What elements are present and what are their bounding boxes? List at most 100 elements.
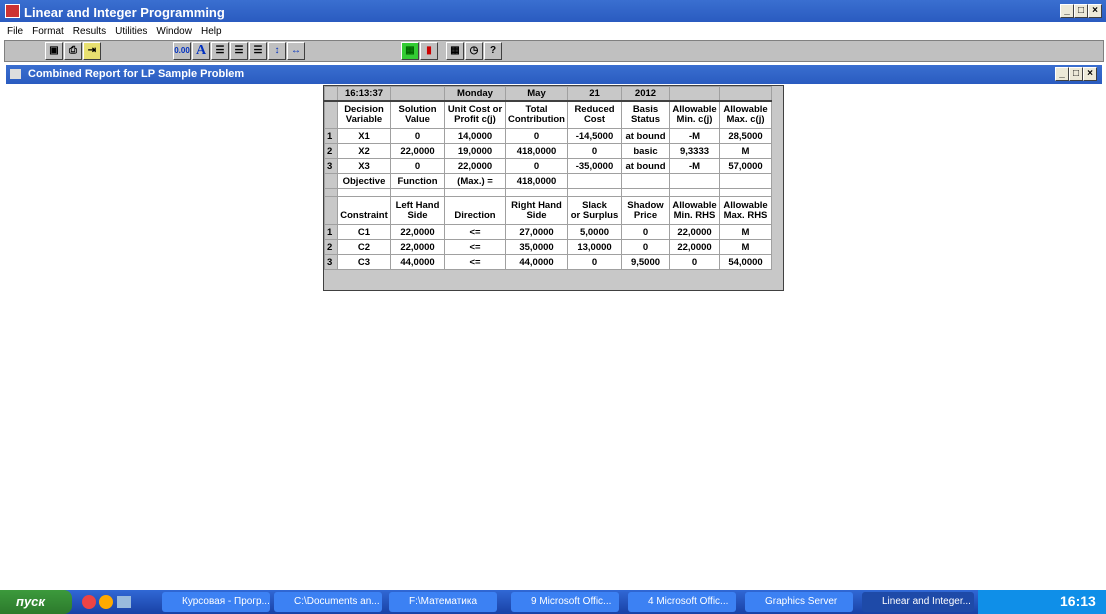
cell[interactable]: [567, 188, 622, 197]
cell[interactable]: 418,0000: [505, 143, 568, 159]
cell[interactable]: 0: [567, 143, 622, 159]
cell[interactable]: Direction: [444, 196, 506, 225]
cell[interactable]: [621, 173, 670, 189]
menu-help[interactable]: Help: [201, 26, 222, 37]
cell[interactable]: [669, 86, 720, 102]
exit-icon[interactable]: ⇥: [83, 42, 101, 60]
taskbar-button[interactable]: 4 Microsoft Offic...: [628, 592, 736, 612]
cell[interactable]: -M: [669, 128, 720, 144]
cell[interactable]: [390, 86, 445, 102]
menu-window[interactable]: Window: [156, 26, 192, 37]
cell[interactable]: 0: [669, 254, 720, 270]
cell[interactable]: Monday: [444, 86, 506, 102]
bar-chart-icon[interactable]: ▮: [420, 42, 438, 60]
cell[interactable]: 22,0000: [390, 239, 445, 255]
minimize-button[interactable]: _: [1060, 4, 1074, 18]
cell[interactable]: 35,0000: [505, 239, 568, 255]
child-maximize-button[interactable]: □: [1069, 67, 1083, 81]
cell[interactable]: 0: [621, 224, 670, 240]
cell[interactable]: Reduced Cost: [567, 100, 622, 129]
taskbar-button[interactable]: C:\Documents an...: [274, 592, 382, 612]
cell[interactable]: 19,0000: [444, 143, 506, 159]
cell[interactable]: (Max.) =: [444, 173, 506, 189]
taskbar-button[interactable]: Курсовая - Прогр...: [162, 592, 270, 612]
cell[interactable]: Objective: [337, 173, 391, 189]
cell[interactable]: 54,0000: [719, 254, 772, 270]
quicklaunch-icon[interactable]: [99, 595, 113, 609]
cell[interactable]: M: [719, 224, 772, 240]
spreadsheet-icon[interactable]: ▦: [401, 42, 419, 60]
cell[interactable]: Solution Value: [390, 100, 445, 129]
align-left-icon[interactable]: ☰: [211, 42, 229, 60]
taskbar-button[interactable]: Linear and Integer...: [862, 592, 974, 612]
cell[interactable]: 27,0000: [505, 224, 568, 240]
cell[interactable]: <=: [444, 239, 506, 255]
cell[interactable]: [719, 86, 772, 102]
align-center-icon[interactable]: ☰: [230, 42, 248, 60]
print-icon[interactable]: ⎙: [64, 42, 82, 60]
cell[interactable]: 44,0000: [505, 254, 568, 270]
cell[interactable]: <=: [444, 224, 506, 240]
cell[interactable]: Decision Variable: [337, 100, 391, 129]
chrome-icon[interactable]: [82, 595, 96, 609]
cell[interactable]: 22,0000: [444, 158, 506, 174]
cell[interactable]: C1: [337, 224, 391, 240]
close-button[interactable]: ×: [1088, 4, 1102, 18]
cell[interactable]: 22,0000: [390, 224, 445, 240]
cell[interactable]: <=: [444, 254, 506, 270]
cell[interactable]: Allowable Min. c(j): [669, 100, 720, 129]
menu-utilities[interactable]: Utilities: [115, 26, 147, 37]
cell[interactable]: Allowable Max. RHS: [719, 196, 772, 225]
cell[interactable]: 418,0000: [505, 173, 568, 189]
cell[interactable]: C3: [337, 254, 391, 270]
cell[interactable]: May: [505, 86, 568, 102]
cell[interactable]: [567, 173, 622, 189]
taskbar-button[interactable]: 9 Microsoft Offic...: [511, 592, 619, 612]
cell[interactable]: -35,0000: [567, 158, 622, 174]
cell[interactable]: at bound: [621, 158, 670, 174]
menu-format[interactable]: Format: [32, 26, 64, 37]
cell[interactable]: [390, 188, 445, 197]
align-right-icon[interactable]: ☰: [249, 42, 267, 60]
save-icon[interactable]: ▣: [45, 42, 63, 60]
cell[interactable]: [505, 188, 568, 197]
menu-file[interactable]: File: [7, 26, 23, 37]
cell[interactable]: 44,0000: [390, 254, 445, 270]
column-width-icon[interactable]: ↔: [287, 42, 305, 60]
cell[interactable]: -M: [669, 158, 720, 174]
cell[interactable]: Unit Cost or Profit c(j): [444, 100, 506, 129]
cell[interactable]: Slack or Surplus: [567, 196, 622, 225]
cell[interactable]: Left Hand Side: [390, 196, 445, 225]
cell[interactable]: 28,5000: [719, 128, 772, 144]
cell[interactable]: Right Hand Side: [505, 196, 568, 225]
child-close-button[interactable]: ×: [1083, 67, 1097, 81]
maximize-button[interactable]: □: [1074, 4, 1088, 18]
cell[interactable]: 2012: [621, 86, 670, 102]
cell[interactable]: 13,0000: [567, 239, 622, 255]
cell[interactable]: 5,0000: [567, 224, 622, 240]
cell[interactable]: 9,3333: [669, 143, 720, 159]
start-button[interactable]: пуск: [0, 590, 72, 614]
cell[interactable]: Total Contribution: [505, 100, 568, 129]
cell[interactable]: Shadow Price: [621, 196, 670, 225]
cell[interactable]: [337, 188, 391, 197]
show-desktop-icon[interactable]: [117, 596, 131, 608]
calculator-icon[interactable]: ▦: [446, 42, 464, 60]
taskbar-button[interactable]: F:\Математика: [389, 592, 497, 612]
cell[interactable]: C2: [337, 239, 391, 255]
cell[interactable]: 22,0000: [669, 239, 720, 255]
cell[interactable]: 9,5000: [621, 254, 670, 270]
cell[interactable]: 57,0000: [719, 158, 772, 174]
cell[interactable]: Constraint: [337, 196, 391, 225]
cell[interactable]: 21: [567, 86, 622, 102]
decimal-button[interactable]: 0.00: [173, 42, 191, 60]
cell[interactable]: 0: [621, 239, 670, 255]
cell[interactable]: 16:13:37: [337, 86, 391, 102]
row-height-icon[interactable]: ↕: [268, 42, 286, 60]
cell[interactable]: at bound: [621, 128, 670, 144]
cell[interactable]: [621, 188, 670, 197]
cell[interactable]: 0: [390, 128, 445, 144]
cell[interactable]: X1: [337, 128, 391, 144]
cell[interactable]: Function: [390, 173, 445, 189]
cell[interactable]: basic: [621, 143, 670, 159]
